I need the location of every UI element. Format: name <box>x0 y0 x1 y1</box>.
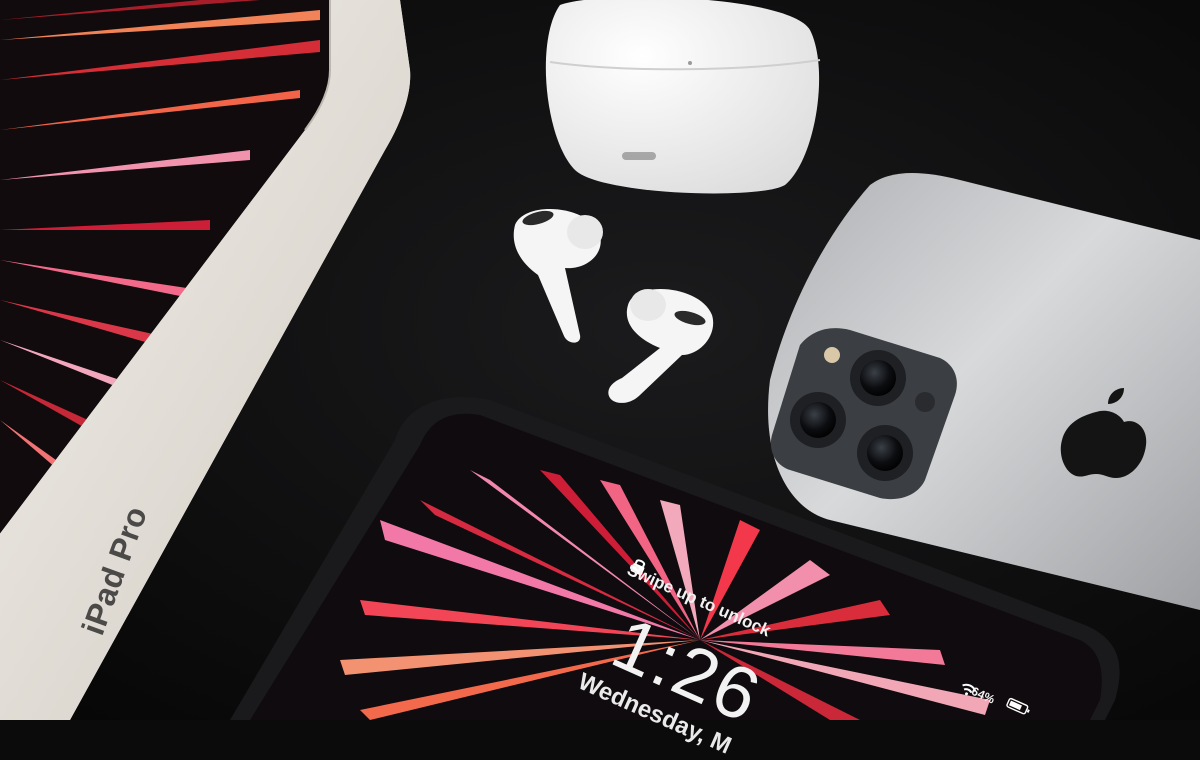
product-flatlay-scene: iPad Pro Swipe up to unlock 1:26 Wednesd… <box>0 0 1200 760</box>
lidar-sensor <box>915 392 935 412</box>
airpods-case <box>545 0 821 194</box>
flatlay-photo <box>0 0 1200 720</box>
camera-flash <box>824 347 840 363</box>
